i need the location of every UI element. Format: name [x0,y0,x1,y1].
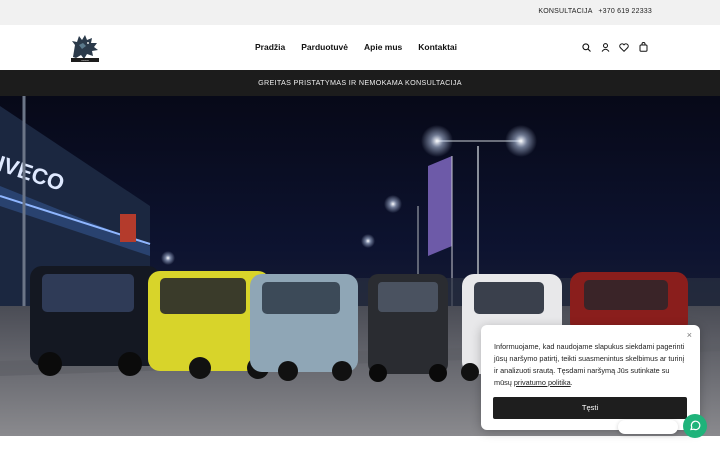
cookie-text-suffix: . [570,378,573,387]
nav-contacts[interactable]: Kontaktai [418,42,457,52]
close-icon[interactable]: × [687,330,692,340]
consultation-label: KONSULTACIJA [538,8,593,15]
search-icon[interactable] [581,41,591,53]
chat-preview-bubble[interactable] [618,420,678,434]
header-icons [581,41,648,53]
site-header: ▪▪▪▪▪▪▪ Pradžia Parduotuvė Apie mus Kont… [0,25,720,70]
announcement-bar: GREITAS PRISTATYMAS IR NEMOKAMA KONSULTA… [0,70,720,96]
cookie-text: Informuojame, kad naudojame slapukus sie… [494,341,687,389]
page-below-hero [0,436,720,450]
top-bar: KONSULTACIJA +370 619 22333 [0,0,720,25]
chat-icon[interactable] [683,414,707,438]
wishlist-heart-icon[interactable] [619,41,629,53]
continue-button[interactable]: Tęsti [493,397,687,419]
dragon-logo-icon[interactable]: ▪▪▪▪▪▪▪ [67,31,103,65]
cookie-banner: × Informuojame, kad naudojame slapukus s… [481,325,700,430]
svg-text:▪▪▪▪▪▪▪: ▪▪▪▪▪▪▪ [81,58,88,62]
privacy-policy-link[interactable]: privatumo politika [514,378,571,387]
phone-number[interactable]: +370 619 22333 [598,8,652,15]
nav-home[interactable]: Pradžia [255,42,285,52]
main-nav: Pradžia Parduotuvė Apie mus Kontaktai [255,42,457,52]
announcement-text: GREITAS PRISTATYMAS IR NEMOKAMA KONSULTA… [258,78,462,87]
cart-bag-icon[interactable] [638,41,648,53]
nav-shop[interactable]: Parduotuvė [301,42,348,52]
account-icon[interactable] [600,41,610,53]
nav-about[interactable]: Apie mus [364,42,402,52]
contact-info: KONSULTACIJA +370 619 22333 [534,8,652,15]
